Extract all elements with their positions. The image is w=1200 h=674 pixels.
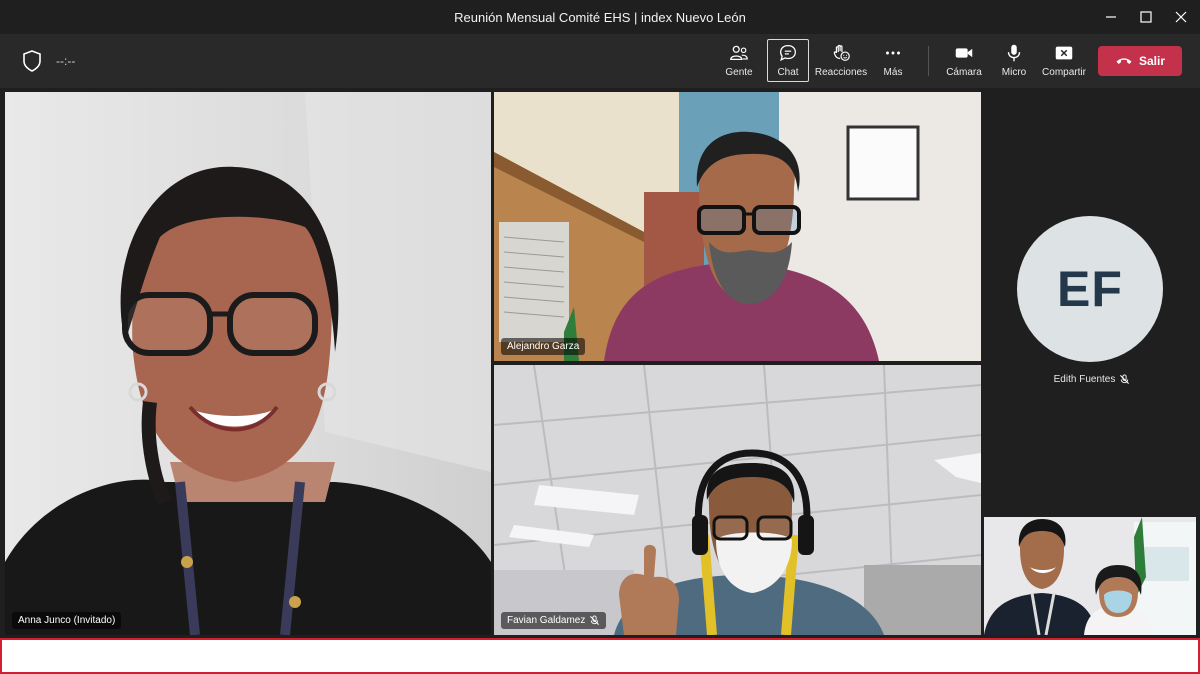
leave-button[interactable]: Salir — [1098, 46, 1182, 76]
participant-name: Alejandro Garza — [507, 341, 580, 352]
reactions-icon — [833, 44, 850, 61]
participant-name-tag: Anna Junco (Invitado) — [12, 612, 122, 629]
minimize-icon[interactable] — [1098, 4, 1124, 30]
chat-icon — [780, 45, 796, 62]
people-label: Gente — [725, 67, 753, 78]
microphone-label: Micro — [1001, 67, 1027, 78]
participant-video — [494, 92, 981, 361]
participant-name: Edith Fuentes — [1053, 374, 1116, 385]
more-icon — [886, 51, 900, 55]
leave-label: Salir — [1138, 54, 1165, 68]
participant-name: Anna Junco (Invitado) — [18, 615, 116, 626]
microphone-icon — [1007, 44, 1021, 62]
video-tile-favian[interactable]: Favian Galdamez — [494, 365, 981, 635]
participant-video — [5, 92, 491, 635]
participant-name: Favian Galdamez — [507, 615, 586, 626]
title-bar: Reunión Mensual Comité EHS | index Nuevo… — [0, 0, 1200, 34]
participant-name-tag: Favian Galdamez — [501, 612, 607, 629]
mic-off-icon — [590, 615, 600, 625]
share-icon — [1055, 46, 1073, 60]
reactions-label: Reacciones — [814, 67, 868, 78]
reactions-button[interactable]: Reacciones — [814, 40, 868, 82]
close-icon[interactable] — [1168, 4, 1194, 30]
more-button[interactable]: Más — [878, 40, 908, 82]
avatar: EF — [1017, 216, 1163, 362]
chat-label: Chat — [777, 67, 799, 78]
video-tile-anna[interactable]: Anna Junco (Invitado) — [5, 92, 491, 635]
camera-button[interactable]: Cámara — [945, 40, 983, 82]
meeting-toolbar: --:-- Gente Chat Reacciones Más Cámara M… — [0, 34, 1200, 88]
window-title: Reunión Mensual Comité EHS | index Nuevo… — [454, 10, 746, 25]
camera-label: Cámara — [946, 67, 982, 78]
video-tile-alejandro[interactable]: Alejandro Garza — [494, 92, 981, 361]
maximize-icon[interactable] — [1133, 4, 1159, 30]
meeting-timer: --:-- — [56, 54, 76, 68]
camera-icon — [955, 48, 973, 58]
participant-name-tag: Edith Fuentes — [984, 374, 1200, 385]
people-icon — [730, 45, 748, 61]
share-label: Compartir — [1042, 67, 1086, 78]
shield-icon[interactable] — [20, 48, 44, 74]
self-preview-video[interactable] — [984, 517, 1196, 635]
people-button[interactable]: Gente — [722, 40, 756, 82]
participant-video — [494, 365, 981, 635]
toolbar-divider — [928, 46, 929, 76]
hang-up-icon — [1116, 58, 1132, 64]
microphone-button[interactable]: Micro — [998, 40, 1030, 82]
chat-button[interactable]: Chat — [767, 39, 809, 82]
share-button[interactable]: Compartir — [1040, 40, 1088, 82]
mic-off-icon — [1120, 374, 1130, 384]
participant-video — [984, 517, 1196, 635]
bottom-bar — [0, 638, 1200, 674]
more-label: Más — [883, 67, 903, 78]
participant-tile-edith[interactable]: EF Edith Fuentes — [984, 92, 1200, 512]
participant-name-tag: Alejandro Garza — [501, 338, 586, 355]
